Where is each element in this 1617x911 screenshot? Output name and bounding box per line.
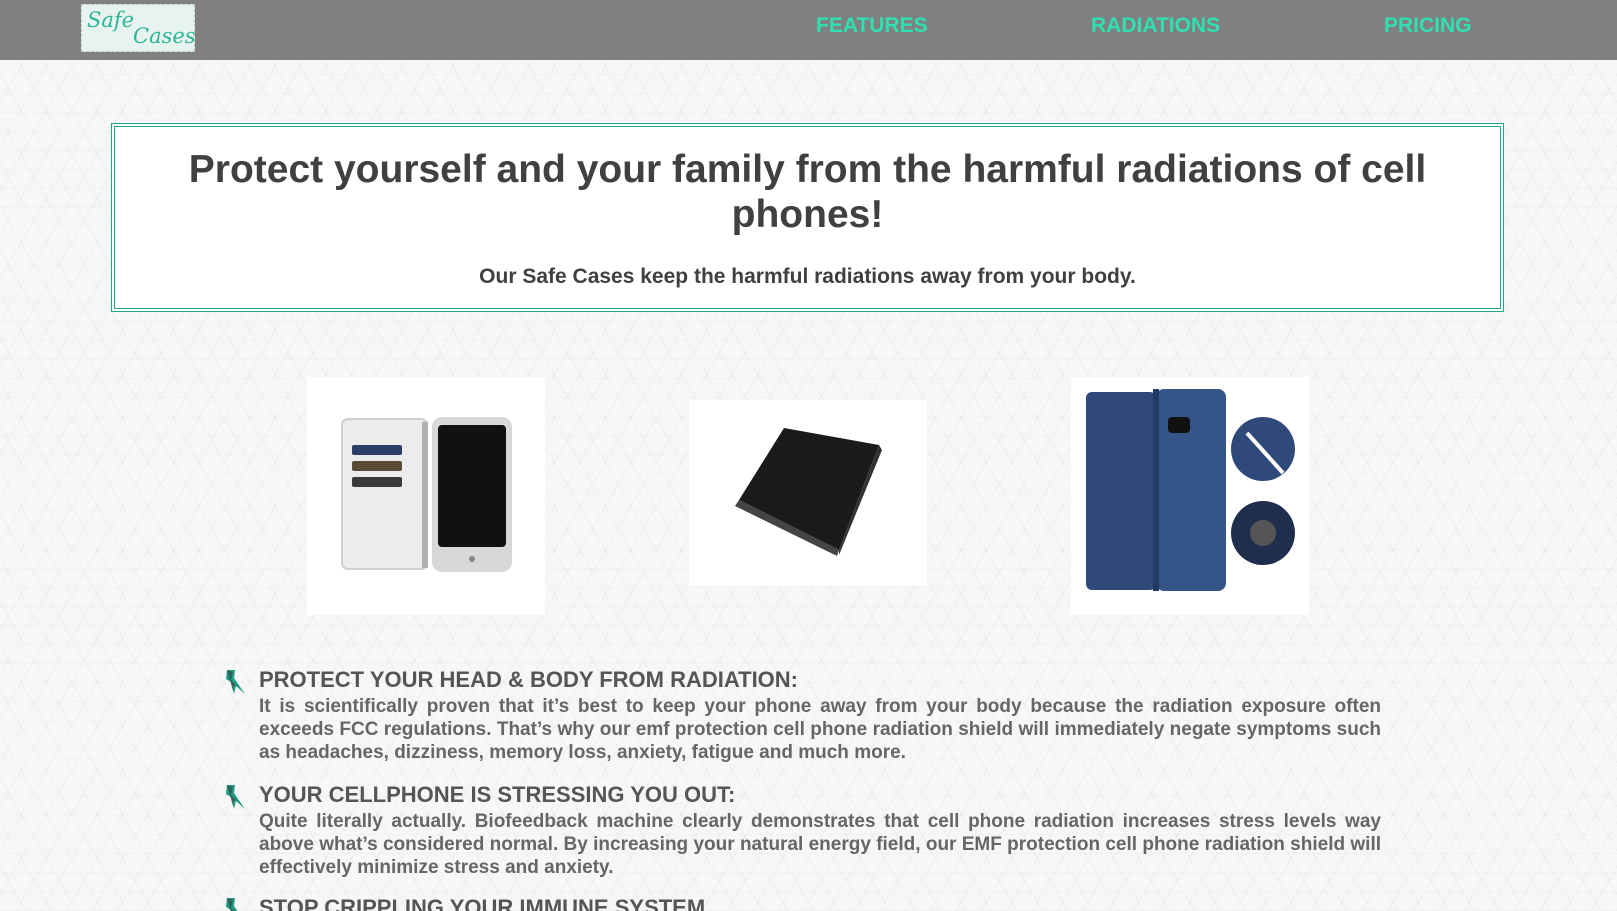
product-image-black-folio-case bbox=[689, 400, 927, 586]
feature-body: Quite literally actually. Biofeedback ma… bbox=[259, 811, 1381, 878]
safe-cases-logo[interactable]: Safe Cases bbox=[81, 4, 196, 52]
feature-body: It is scientifically proven that it’s be… bbox=[259, 696, 1381, 763]
hero-banner: Protect yourself and your family from th… bbox=[111, 123, 1504, 312]
hero-subtitle: Our Safe Cases keep the harmful radiatio… bbox=[479, 265, 1136, 288]
logo-word-cases: Cases bbox=[133, 24, 196, 48]
feature-heading: STOP CRIPPLING YOUR IMMUNE SYSTEM bbox=[259, 895, 706, 911]
logo-word-safe: Safe bbox=[87, 8, 135, 32]
feature-heading: YOUR CELLPHONE IS STRESSING YOU OUT: bbox=[259, 782, 736, 807]
lightning-bolt-icon bbox=[226, 785, 245, 809]
lightning-bolt-icon bbox=[226, 898, 238, 911]
hero-title: Protect yourself and your family from th… bbox=[188, 148, 1427, 236]
lightning-bolt-icon bbox=[226, 670, 245, 694]
nav-link-features[interactable]: FEATURES bbox=[816, 14, 928, 38]
feature-heading: PROTECT YOUR HEAD & BODY FROM RADIATION: bbox=[259, 667, 799, 692]
product-image-white-wallet-case bbox=[307, 377, 545, 615]
product-image-blue-leather-case bbox=[1071, 377, 1309, 615]
nav-link-radiations[interactable]: RADIATIONS bbox=[1091, 14, 1220, 38]
nav-link-pricing[interactable]: PRICING bbox=[1384, 14, 1472, 38]
top-navbar: Safe Cases FEATURES RADIATIONS PRICING bbox=[0, 0, 1617, 60]
